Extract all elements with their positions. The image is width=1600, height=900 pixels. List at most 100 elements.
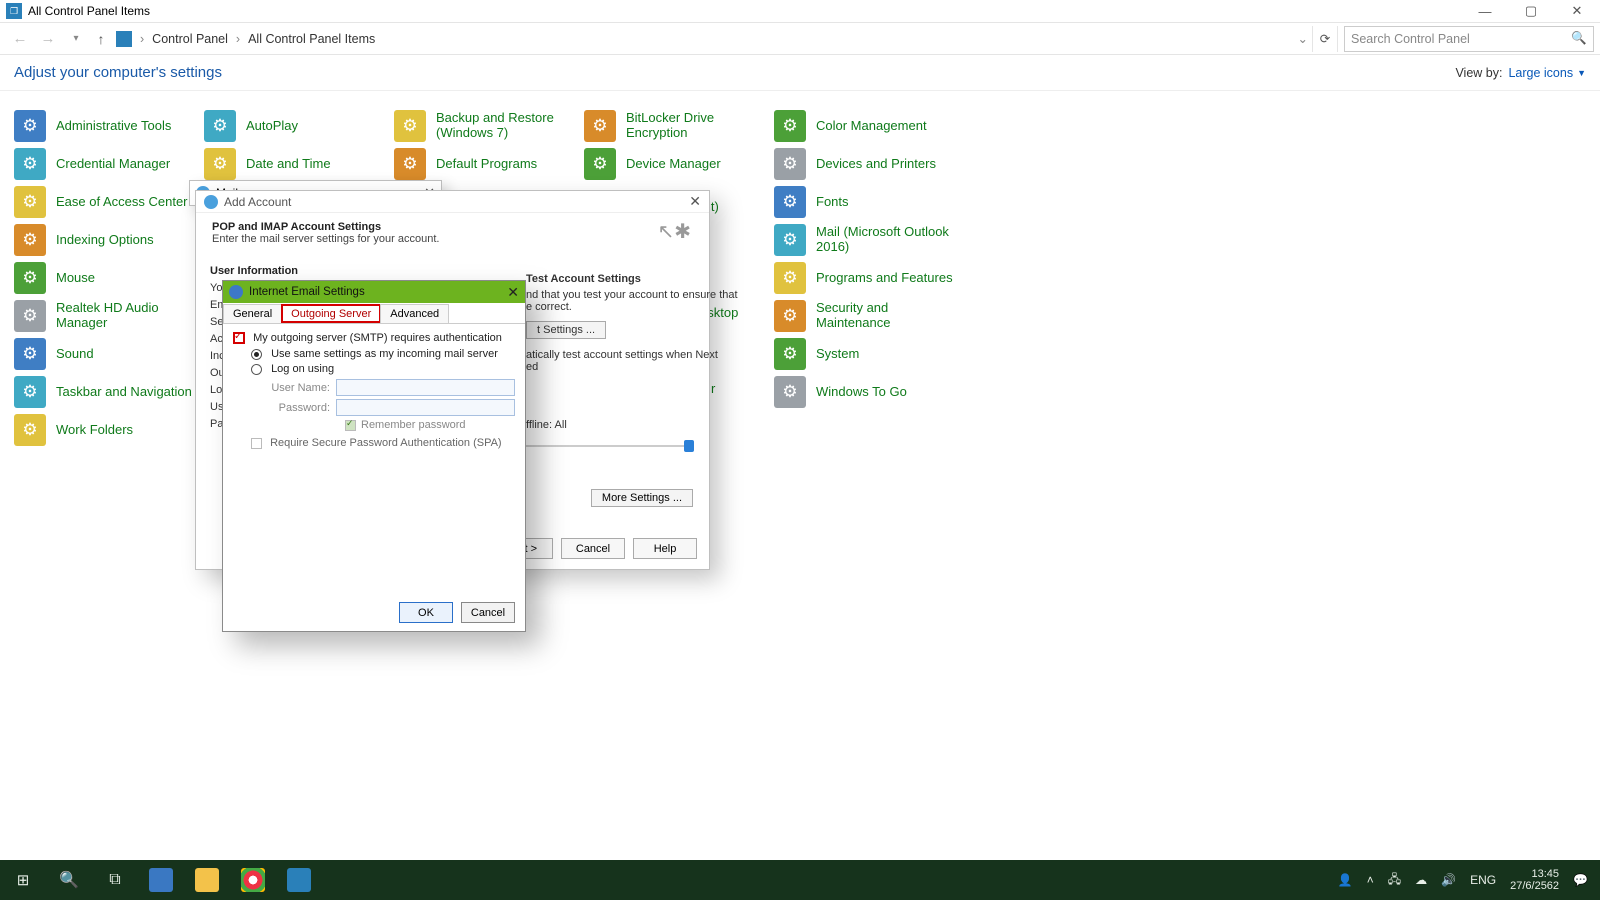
more-settings-button[interactable]: More Settings ...	[591, 489, 693, 507]
taskbar-app-control-panel[interactable]	[276, 860, 322, 900]
taskview-button[interactable]: ⧉	[92, 860, 138, 900]
cp-item[interactable]: ⚙Mail (Microsoft Outlook 2016)	[774, 221, 964, 259]
forward-button[interactable]: →	[34, 30, 62, 47]
breadcrumb-drop[interactable]: ⌄	[1294, 31, 1312, 46]
action-center-icon[interactable]: 💬	[1573, 873, 1588, 887]
taskbar-app[interactable]	[138, 860, 184, 900]
cp-item[interactable]: ⚙Default Programs	[394, 145, 584, 183]
radio-logon-row[interactable]: Log on using	[233, 363, 515, 375]
search-icon: 🔍	[1571, 31, 1587, 46]
spa-label: Require Secure Password Authentication (…	[270, 437, 502, 449]
cp-item[interactable]: ⚙Windows To Go	[774, 373, 964, 411]
radio-same-settings[interactable]	[251, 349, 262, 360]
taskbar: ⊞ 🔍 ⧉ 👤 ˄ 🖧 ☁ 🔊 ENG 13:45 27/6/2562 💬	[0, 860, 1600, 900]
cp-item[interactable]: ⚙Ease of Access Center	[14, 183, 204, 221]
cp-item-label: AutoPlay	[246, 119, 298, 134]
minimize-button[interactable]: —	[1462, 0, 1508, 23]
cancel-button[interactable]: Cancel	[561, 538, 625, 559]
cp-item[interactable]: ⚙BitLocker Drive Encryption	[584, 107, 774, 145]
cp-item[interactable]: ⚙Work Folders	[14, 411, 204, 449]
cancel-button[interactable]: Cancel	[461, 602, 515, 623]
username-input[interactable]	[336, 379, 515, 396]
cp-item[interactable]: ⚙Devices and Printers	[774, 145, 964, 183]
cp-item[interactable]: ⚙Taskbar and Navigation	[14, 373, 204, 411]
cp-item[interactable]: ⚙Color Management	[774, 107, 964, 145]
language-indicator[interactable]: ENG	[1470, 873, 1496, 887]
onedrive-icon[interactable]: ☁	[1415, 873, 1427, 887]
network-icon[interactable]: 🖧	[1388, 870, 1401, 891]
spa-row[interactable]: Require Secure Password Authentication (…	[251, 437, 515, 449]
radio-same-settings-row[interactable]: Use same settings as my incoming mail se…	[233, 348, 515, 360]
back-button[interactable]: ←	[6, 30, 34, 47]
cp-item[interactable]: ⚙Administrative Tools	[14, 107, 204, 145]
chevron-down-icon[interactable]: ▼	[1577, 68, 1586, 78]
system-tray: 👤 ˄ 🖧 ☁ 🔊 ENG 13:45 27/6/2562 💬	[1338, 868, 1600, 892]
tab-outgoing-server[interactable]: Outgoing Server	[281, 304, 381, 323]
people-icon[interactable]: 👤	[1338, 873, 1353, 887]
cp-item-label: Device Manager	[626, 157, 721, 172]
cp-item[interactable]: ⚙Credential Manager	[14, 145, 204, 183]
ok-button[interactable]: OK	[399, 602, 453, 623]
cp-item-label: Devices and Printers	[816, 157, 936, 172]
tab-general[interactable]: General	[223, 304, 282, 323]
up-button[interactable]: ↑	[90, 31, 112, 47]
start-button[interactable]: ⊞	[0, 860, 46, 900]
cp-item-label: Credential Manager	[56, 157, 170, 172]
clock[interactable]: 13:45 27/6/2562	[1510, 868, 1559, 892]
spa-checkbox[interactable]	[251, 438, 262, 449]
cp-item[interactable]: ⚙Fonts	[774, 183, 964, 221]
radio-logon[interactable]	[251, 364, 262, 375]
cp-item-label: Mouse	[56, 271, 95, 286]
offline-slider[interactable]	[526, 445, 690, 447]
remember-password-checkbox[interactable]	[345, 420, 356, 431]
close-icon[interactable]: ✕	[689, 193, 701, 210]
smtp-auth-label: My outgoing server (SMTP) requires authe…	[253, 332, 502, 344]
cp-item[interactable]: ⚙Realtek HD Audio Manager	[14, 297, 204, 335]
taskbar-app-chrome[interactable]	[230, 860, 276, 900]
control-panel-icon: ❐	[6, 3, 22, 19]
cp-item-icon: ⚙	[14, 186, 46, 218]
maximize-button[interactable]: ▢	[1508, 0, 1554, 23]
breadcrumb-item[interactable]: All Control Panel Items	[244, 32, 379, 46]
cp-item-icon: ⚙	[774, 300, 806, 332]
cp-item[interactable]: ⚙AutoPlay	[204, 107, 394, 145]
cp-item-label: Windows To Go	[816, 385, 907, 400]
refresh-button[interactable]: ⟳	[1312, 26, 1338, 52]
close-button[interactable]: ✕	[1554, 0, 1600, 23]
tray-chevron-icon[interactable]: ˄	[1367, 873, 1374, 887]
cp-item[interactable]: ⚙Programs and Features	[774, 259, 964, 297]
cp-item-icon: ⚙	[774, 186, 806, 218]
viewby-value[interactable]: Large icons	[1508, 66, 1573, 80]
search-button[interactable]: 🔍	[46, 860, 92, 900]
password-input[interactable]	[336, 399, 515, 416]
cp-item[interactable]: ⚙System	[774, 335, 964, 373]
radio-same-settings-label: Use same settings as my incoming mail se…	[271, 348, 498, 360]
close-icon[interactable]: ✕	[507, 284, 519, 301]
cp-item[interactable]: ⚙ Security and Maintenance	[774, 297, 964, 335]
cp-item[interactable]: ⚙Backup and Restore (Windows 7)	[394, 107, 584, 145]
search-box[interactable]: Search Control Panel 🔍	[1344, 26, 1594, 52]
remember-password-label: Remember password	[361, 419, 466, 431]
cp-item-icon: ⚙	[14, 300, 46, 332]
cp-item-icon: ⚙	[774, 110, 806, 142]
cp-item-label: Indexing Options	[56, 233, 154, 248]
add-account-subheading: Enter the mail server settings for your …	[212, 233, 693, 245]
smtp-auth-row[interactable]: My outgoing server (SMTP) requires authe…	[233, 332, 515, 344]
username-label: User Name:	[269, 382, 330, 394]
history-dropdown[interactable]: ▾	[62, 33, 90, 44]
search-placeholder: Search Control Panel	[1351, 32, 1470, 46]
cp-item[interactable]: ⚙Sound	[14, 335, 204, 373]
cp-item-label: Backup and Restore (Windows 7)	[436, 111, 584, 141]
cp-item[interactable]: ⚙Device Manager	[584, 145, 774, 183]
cp-item[interactable]: ⚙Mouse	[14, 259, 204, 297]
tab-advanced[interactable]: Advanced	[380, 304, 449, 323]
test-settings-button[interactable]: t Settings ...	[526, 321, 606, 339]
help-button[interactable]: Help	[633, 538, 697, 559]
volume-icon[interactable]: 🔊	[1441, 873, 1456, 887]
breadcrumb-item[interactable]: Control Panel	[148, 32, 232, 46]
cp-item-label: Security and Maintenance	[816, 301, 964, 331]
cp-item[interactable]: ⚙Date and Time	[204, 145, 394, 183]
taskbar-app-explorer[interactable]	[184, 860, 230, 900]
cp-item[interactable]: ⚙Indexing Options	[14, 221, 204, 259]
smtp-auth-checkbox[interactable]	[233, 332, 245, 344]
